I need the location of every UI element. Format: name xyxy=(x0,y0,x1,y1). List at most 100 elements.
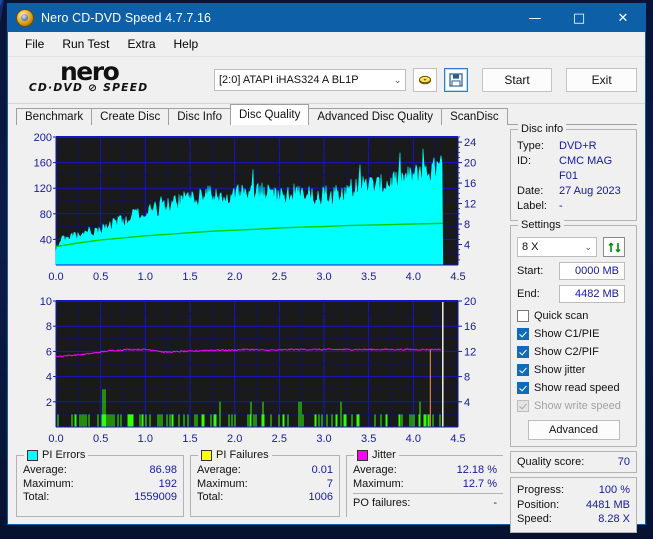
progress-value: 100 % xyxy=(598,484,630,496)
po-failures-label: PO failures: xyxy=(353,497,411,509)
save-button[interactable] xyxy=(444,68,468,92)
progress-box: Progress: 100 % Position: 4481 MB Speed:… xyxy=(510,477,637,533)
jitter-legend: Jitter xyxy=(354,449,399,461)
jitter-maximum-value: 12.7 % xyxy=(462,477,497,490)
speed-row: Speed: 8.28 X xyxy=(517,512,630,527)
pi-errors-average-label: Average: xyxy=(23,464,67,476)
nero-logo: nero CD·DVD ⊘ SPEED xyxy=(28,57,196,100)
tab-create-disc[interactable]: Create Disc xyxy=(91,108,170,125)
quality-score-row: Quality score: 70 xyxy=(517,456,630,468)
checkbox-show-c1-pie[interactable]: Show C1/PIE xyxy=(517,326,630,342)
exit-button[interactable]: Exit xyxy=(566,68,637,92)
pi-errors-chart: 40 80 120 160 200 4 8 12 16 20 24 0.0 0.5 1.0 1.5 2.0 2.… xyxy=(16,129,505,289)
svg-text:20: 20 xyxy=(464,296,476,308)
disc-label-value: - xyxy=(559,200,563,212)
drive-select[interactable]: [2:0] ATAPI iHAS324 A BL1P ⌄ xyxy=(214,69,407,91)
disc-info-box: Disc info Type: DVD+R ID: CMC MAG F01 Da… xyxy=(510,123,637,221)
checkbox-show-c2-pif-label: Show C2/PIF xyxy=(534,346,599,358)
pi-failures-total-value: 1006 xyxy=(308,491,333,503)
jitter-maximum-label: Maximum: xyxy=(353,477,404,490)
tab-advanced-disc-quality[interactable]: Advanced Disc Quality xyxy=(308,108,443,125)
close-button[interactable]: ✕ xyxy=(601,4,645,32)
disc-id-row: ID: CMC MAG F01 xyxy=(517,154,630,184)
minimize-button[interactable]: — xyxy=(513,4,557,32)
svg-text:1.0: 1.0 xyxy=(138,271,153,283)
checkbox-show-read-speed[interactable]: Show read speed xyxy=(517,380,630,396)
svg-text:4.5: 4.5 xyxy=(450,433,465,445)
svg-text:0.5: 0.5 xyxy=(93,271,108,283)
pi-errors-total-label: Total: xyxy=(23,491,50,503)
svg-text:8: 8 xyxy=(464,372,470,384)
tab-scandisc[interactable]: ScanDisc xyxy=(441,108,508,125)
tab-strip: Benchmark Create Disc Disc Info Disc Qua… xyxy=(8,104,645,125)
pi-failures-average-label: Average: xyxy=(197,464,241,476)
po-failures-row: PO failures: - xyxy=(353,497,497,511)
checkbox-show-write-speed: Show write speed xyxy=(517,398,630,414)
tab-disc-quality[interactable]: Disc Quality xyxy=(230,104,310,125)
jitter-title: Jitter xyxy=(372,449,396,461)
svg-text:4.5: 4.5 xyxy=(450,271,465,283)
svg-text:0.0: 0.0 xyxy=(48,433,63,445)
svg-text:24: 24 xyxy=(464,137,476,149)
speed-select-value: 8 X xyxy=(522,241,539,253)
disc-info-title: Disc info xyxy=(518,123,567,135)
tab-benchmark[interactable]: Benchmark xyxy=(16,108,93,125)
svg-text:160: 160 xyxy=(34,158,52,170)
progress-row: Progress: 100 % xyxy=(517,483,630,498)
pi-failures-maximum-label: Maximum: xyxy=(197,477,248,490)
checkbox-show-jitter[interactable]: Show jitter xyxy=(517,362,630,378)
pi-failures-maximum-value: 7 xyxy=(326,477,333,490)
refresh-speed-button[interactable] xyxy=(603,237,625,257)
pif-jitter-chart: 2 4 6 8 10 4 8 12 16 20 0.0 0.5 1.0 1.5 2.0 2.5 3.0 3.5 4.… xyxy=(16,293,505,451)
settings-box: Settings 8 X ⌄ Start: 0000 MB End: 4482 … xyxy=(510,219,637,447)
floppy-save-icon xyxy=(449,73,463,87)
nero-app-icon xyxy=(16,9,34,27)
jitter-maximum-row: Maximum: 12.7 % xyxy=(353,477,503,494)
advanced-button[interactable]: Advanced xyxy=(527,420,620,440)
position-row: Position: 4481 MB xyxy=(517,498,630,513)
svg-text:20: 20 xyxy=(464,158,476,170)
checkbox-disabled-icon xyxy=(517,400,529,412)
menu-file[interactable]: File xyxy=(16,34,53,54)
pi-failures-legend: PI Failures xyxy=(198,449,272,461)
menu-extra[interactable]: Extra xyxy=(118,34,164,54)
menu-bar: File Run Test Extra Help xyxy=(8,32,645,57)
start-position-input[interactable]: 0000 MB xyxy=(559,262,625,280)
pi-failures-average-value: 0.01 xyxy=(311,464,333,476)
pi-errors-legend: PI Errors xyxy=(24,449,89,461)
position-value: 4481 MB xyxy=(585,498,630,511)
checkbox-checked-icon xyxy=(517,346,529,358)
checkbox-quick-scan[interactable]: Quick scan xyxy=(517,308,630,324)
jitter-average-row: Average: 12.18 % xyxy=(353,464,497,478)
svg-text:1.0: 1.0 xyxy=(138,433,153,445)
disc-type-value: DVD+R xyxy=(559,140,597,152)
end-position-input[interactable]: 4482 MB xyxy=(559,285,625,303)
svg-text:12: 12 xyxy=(464,346,476,358)
disc-id-label: ID: xyxy=(517,155,532,167)
svg-text:1.5: 1.5 xyxy=(182,271,197,283)
checkbox-icon xyxy=(517,310,529,322)
checkbox-show-jitter-label: Show jitter xyxy=(534,364,586,376)
pi-errors-maximum-label: Maximum: xyxy=(23,477,74,490)
settings-title: Settings xyxy=(518,219,564,231)
svg-text:120: 120 xyxy=(34,183,52,195)
svg-text:4: 4 xyxy=(46,372,52,384)
speed-label: Speed: xyxy=(517,513,552,525)
checkbox-show-c2-pif[interactable]: Show C2/PIF xyxy=(517,344,630,360)
pi-failures-total-row: Total: 1006 xyxy=(197,491,333,505)
eject-button[interactable] xyxy=(413,68,438,92)
chevron-down-icon: ⌄ xyxy=(584,241,592,252)
start-button[interactable]: Start xyxy=(481,68,553,92)
side-panel: Disc info Type: DVD+R ID: CMC MAG F01 Da… xyxy=(510,123,637,533)
menu-run-test[interactable]: Run Test xyxy=(53,34,118,54)
tab-disc-info[interactable]: Disc Info xyxy=(168,108,231,125)
svg-text:2.0: 2.0 xyxy=(227,433,242,445)
pi-failures-title: PI Failures xyxy=(216,449,269,461)
svg-text:8: 8 xyxy=(46,321,52,333)
menu-help[interactable]: Help xyxy=(165,34,208,54)
maximize-button[interactable]: □ xyxy=(557,4,601,32)
checkbox-checked-icon xyxy=(517,328,529,340)
svg-text:3.5: 3.5 xyxy=(361,433,376,445)
svg-text:4: 4 xyxy=(464,397,470,409)
speed-select[interactable]: 8 X ⌄ xyxy=(517,237,597,257)
